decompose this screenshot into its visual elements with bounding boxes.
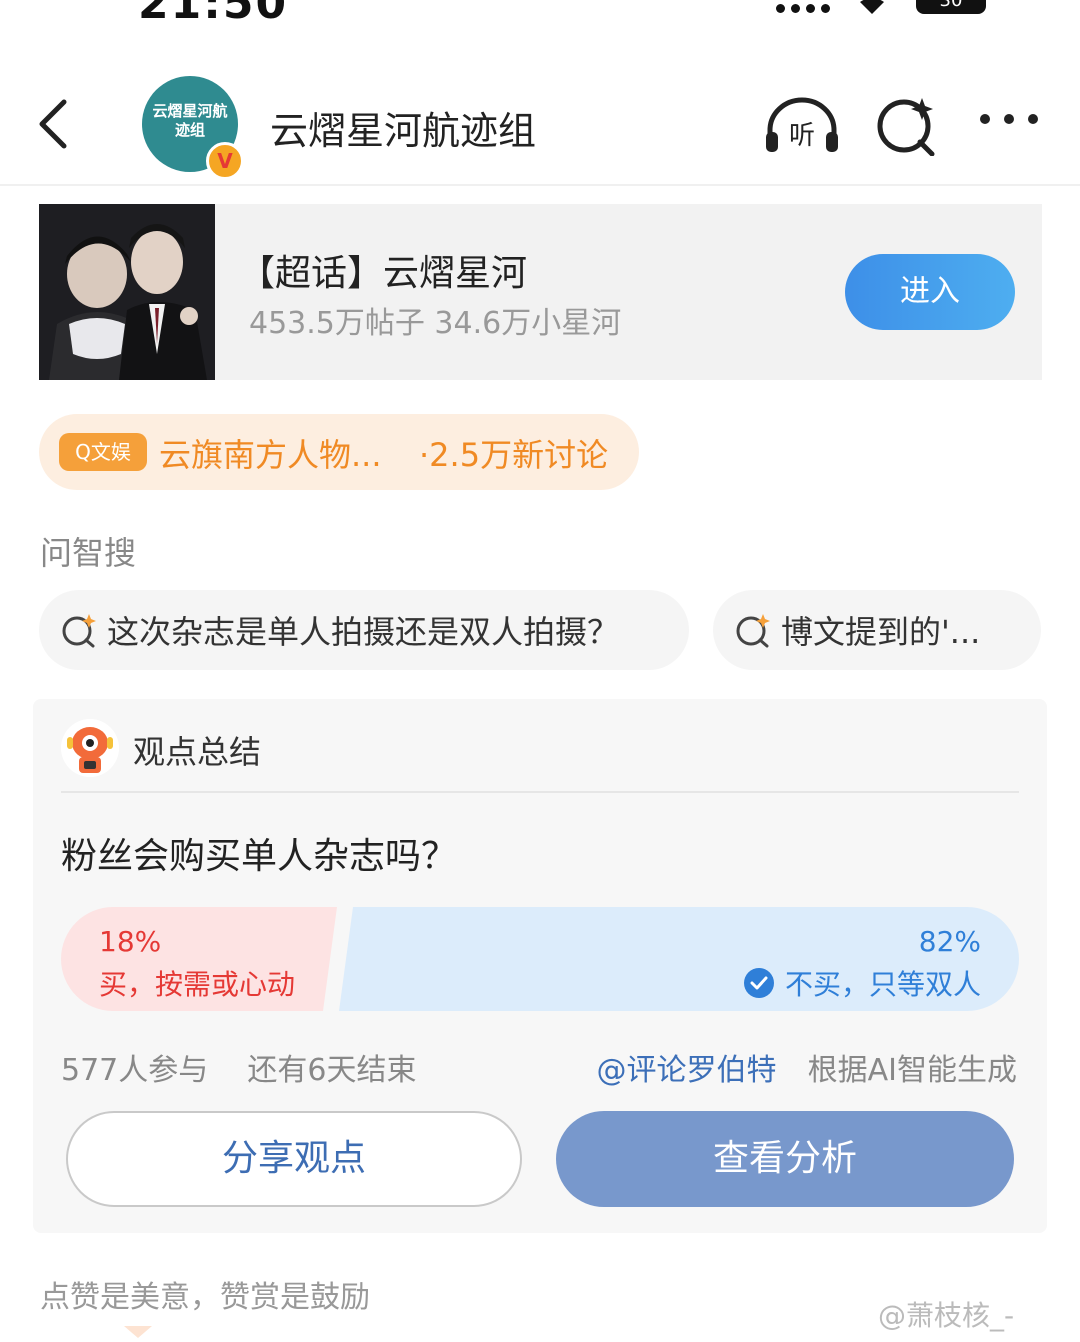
vote-option-not-buy[interactable]: 不买，只等双人 bbox=[743, 963, 981, 1003]
view-analysis-button[interactable]: 查看分析 bbox=[556, 1111, 1014, 1207]
ask-section-title: 问智搜 bbox=[40, 534, 137, 572]
vote-option-percent-buy: 18% bbox=[99, 925, 162, 958]
ai-note: 根据AI智能生成 bbox=[807, 1053, 1017, 1088]
question-chip[interactable]: 博文提到的'... bbox=[713, 590, 1041, 670]
vote-bar: 18% 买，按需或心动 82% 不买，只等双人 bbox=[61, 907, 1019, 1011]
entertainment-search-badge: Q文娱 bbox=[59, 433, 147, 471]
author-link[interactable]: @评论罗伯特 bbox=[597, 1053, 777, 1088]
card-divider bbox=[61, 791, 1019, 793]
vote-option-label-not-buy: 不买，只等双人 bbox=[784, 968, 981, 1001]
ai-search-icon bbox=[736, 614, 770, 648]
ai-search-icon bbox=[62, 614, 96, 648]
vote-option-label-buy[interactable]: 买，按需或心动 bbox=[99, 963, 295, 1003]
hot-topic-pill[interactable]: Q文娱 云旗南方人物... ·2.5万新讨论 bbox=[39, 414, 639, 490]
topic-title: 【超话】云熠星河 bbox=[239, 253, 528, 294]
status-time: 21:50 bbox=[138, 0, 289, 29]
question-chip[interactable]: 这次杂志是单人拍摄还是双人拍摄？ bbox=[39, 590, 689, 670]
card-title: 观点总结 bbox=[133, 733, 262, 771]
verified-badge: V bbox=[206, 142, 244, 180]
poll-meta: 577人参与 还有6天结束 bbox=[61, 1045, 416, 1089]
reward-hint: 点赞是美意，赞赏是鼓励 bbox=[40, 1280, 370, 1315]
poll-question: 粉丝会购买单人杂志吗？ bbox=[61, 836, 458, 877]
signal-icon bbox=[776, 4, 830, 13]
ai-search-icon[interactable] bbox=[876, 96, 938, 156]
robot-avatar bbox=[61, 719, 119, 777]
share-opinion-button[interactable]: 分享观点 bbox=[66, 1111, 522, 1207]
hot-topic-text: 云旗南方人物... bbox=[159, 436, 382, 474]
svg-text:听: 听 bbox=[789, 121, 815, 151]
question-text: 这次杂志是单人拍摄还是双人拍摄？ bbox=[107, 613, 620, 651]
topic-photo bbox=[39, 204, 215, 380]
battery-icon: 30 bbox=[916, 0, 986, 14]
back-icon[interactable] bbox=[32, 96, 92, 156]
ai-attribution: @评论罗伯特 根据AI智能生成 bbox=[597, 1045, 1017, 1089]
vote-option-percent-not-buy: 82% bbox=[918, 925, 981, 958]
hot-topic-count: ·2.5万新讨论 bbox=[419, 436, 609, 474]
watermark: @萧枝核_- bbox=[878, 1299, 1015, 1332]
check-circle-icon bbox=[743, 968, 774, 998]
account-name[interactable]: 云熠星河航迹组 bbox=[270, 100, 536, 155]
time-remaining: 还有6天结束 bbox=[247, 1053, 417, 1088]
participants-count: 577人参与 bbox=[61, 1053, 209, 1088]
headphones-icon[interactable]: 听 bbox=[764, 96, 840, 156]
enter-button[interactable]: 进入 bbox=[845, 254, 1015, 330]
more-icon[interactable] bbox=[980, 114, 1038, 124]
question-text: 博文提到的'... bbox=[781, 613, 981, 651]
header-divider bbox=[0, 184, 1080, 186]
avatar-text: 云熠星河航迹组 bbox=[152, 102, 228, 139]
reward-arrow bbox=[124, 1326, 152, 1338]
super-topic-card[interactable]: 【超话】云熠星河 453.5万帖子 34.6万小星河 进入 bbox=[39, 204, 1042, 380]
wifi-icon bbox=[860, 0, 884, 14]
topic-stats: 453.5万帖子 34.6万小星河 bbox=[249, 306, 622, 341]
opinion-summary-card: 观点总结 粉丝会购买单人杂志吗？ 18% 买，按需或心动 82% 不买，只等双人… bbox=[33, 699, 1047, 1233]
